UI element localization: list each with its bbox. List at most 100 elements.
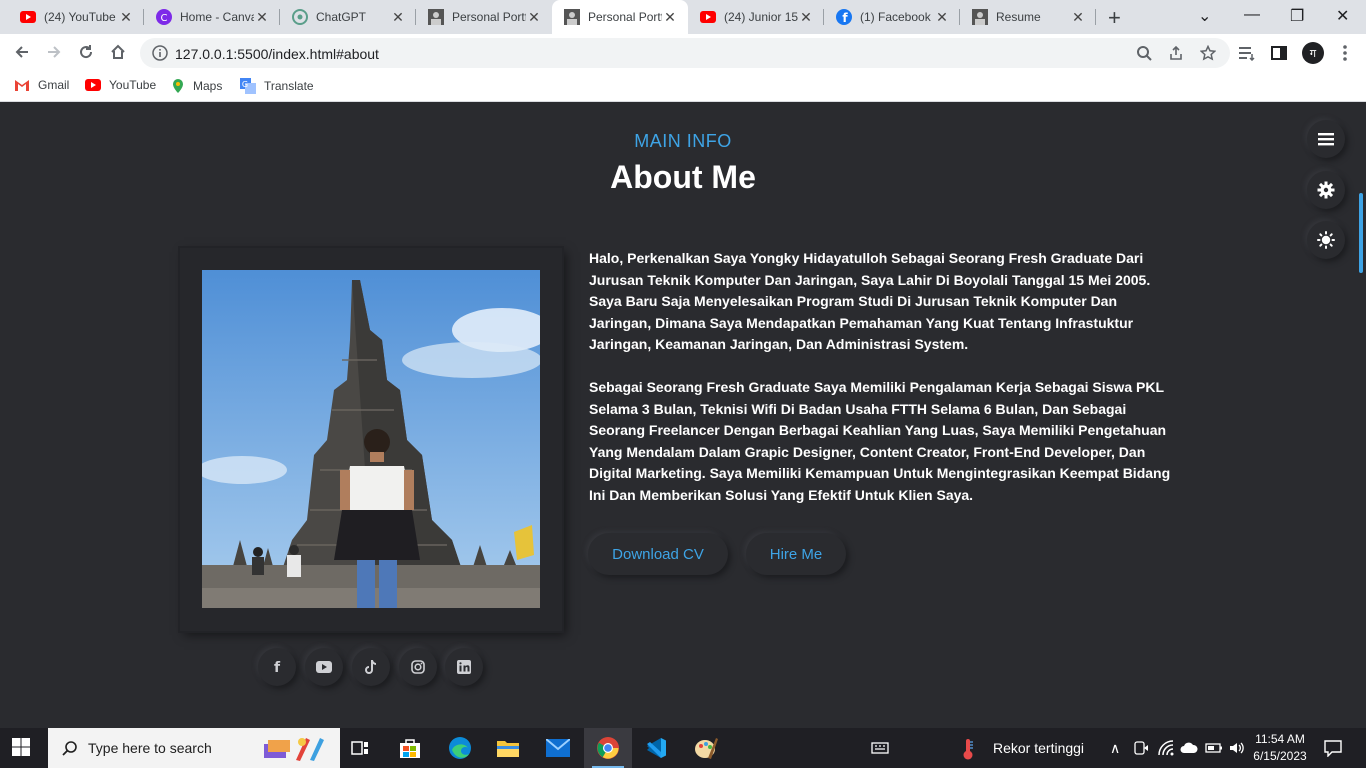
close-icon[interactable]: ✕ [118, 9, 134, 26]
address-bar[interactable]: 127.0.0.1:5500/index.html#about [140, 38, 1230, 68]
system-clock[interactable]: 11:54 AM 6/15/2023 [1250, 731, 1310, 765]
theme-toggle-icon[interactable] [1307, 221, 1345, 259]
back-arrow-icon[interactable] [12, 42, 32, 62]
tab-chatgpt[interactable]: ChatGPT ✕ [280, 0, 416, 34]
tab-title: (24) Junior 15 [724, 10, 798, 24]
side-panel-icon[interactable] [1270, 44, 1288, 62]
touch-keyboard-icon[interactable] [856, 728, 904, 768]
tab-youtube[interactable]: (24) YouTube ✕ [8, 0, 144, 34]
window-close-icon[interactable]: ✕ [1336, 6, 1349, 26]
bookmark-label: YouTube [109, 78, 157, 92]
clock-time: 11:54 AM [1255, 732, 1305, 746]
task-view-icon[interactable] [336, 728, 384, 768]
search-icon [62, 740, 78, 761]
svg-text:f: f [842, 11, 848, 25]
tab-resume[interactable]: Resume ✕ [960, 0, 1096, 34]
close-icon[interactable]: ✕ [526, 9, 542, 26]
weather-status[interactable]: Rekor tertinggi [993, 740, 1084, 756]
reading-list-icon[interactable] [1238, 44, 1256, 62]
notifications-icon[interactable] [1324, 739, 1342, 762]
scrollbar-thumb[interactable] [1359, 193, 1363, 273]
maps-icon [171, 78, 185, 94]
instagram-icon[interactable] [399, 648, 437, 686]
browser-tab-bar: (24) YouTube ✕ C Home - Canva ✕ ChatGPT … [0, 0, 1366, 34]
bookmark-gmail[interactable]: Gmail [14, 78, 69, 92]
forward-arrow-icon[interactable] [44, 42, 64, 62]
close-icon[interactable]: ✕ [934, 9, 950, 26]
tab-canva[interactable]: C Home - Canva ✕ [144, 0, 280, 34]
reload-icon[interactable] [76, 42, 96, 62]
download-cv-button[interactable]: Download CV [588, 533, 728, 575]
tab-search-chevron-icon[interactable]: ⌄ [1198, 6, 1211, 26]
home-icon[interactable] [108, 42, 128, 62]
zoom-icon[interactable] [1135, 44, 1153, 62]
new-tab-plus-icon[interactable]: + [1108, 5, 1121, 31]
bookmark-translate[interactable]: G Translate [240, 78, 314, 94]
portfolio-icon [564, 9, 580, 25]
facebook-icon[interactable]: f [258, 648, 296, 686]
edge-browser-icon[interactable] [436, 728, 484, 768]
close-icon[interactable]: ✕ [1070, 9, 1086, 26]
tab-portfolio-1[interactable]: Personal Portfolio ✕ [416, 0, 552, 34]
tab-title: ChatGPT [316, 10, 367, 24]
chrome-taskbar-icon[interactable] [584, 728, 632, 768]
more-options-icon[interactable] [1336, 44, 1354, 62]
bookmark-label: Maps [193, 79, 223, 93]
youtube-icon [700, 9, 716, 25]
bookmark-label: Gmail [38, 78, 70, 92]
about-paragraph: Sebagai Seorang Fresh Graduate Saya Memi… [589, 378, 1171, 503]
mail-icon[interactable] [534, 728, 582, 768]
volume-icon[interactable] [1228, 740, 1244, 761]
linkedin-icon[interactable] [445, 648, 483, 686]
youtube-icon [85, 79, 101, 91]
wifi-icon[interactable] [1158, 740, 1174, 761]
portfolio-icon [428, 9, 444, 25]
file-explorer-icon[interactable] [484, 728, 532, 768]
profile-photo [202, 270, 540, 608]
tab-portfolio-active[interactable]: Personal Portfolio ✕ [552, 0, 688, 34]
bookmark-star-icon[interactable] [1199, 44, 1217, 62]
paint-icon[interactable] [682, 728, 730, 768]
hire-me-button[interactable]: Hire Me [746, 533, 846, 575]
taskbar-search-box[interactable]: Type here to search [48, 728, 340, 768]
microsoft-store-icon[interactable] [386, 728, 434, 768]
section-subtitle: MAIN INFO [634, 131, 732, 151]
translate-icon: G [240, 78, 256, 94]
youtube-icon[interactable] [305, 648, 343, 686]
tab-youtube-junior[interactable]: (24) Junior 15 ✕ [688, 0, 824, 34]
menu-icon[interactable] [1307, 120, 1345, 158]
search-placeholder: Type here to search [88, 740, 212, 756]
tab-title: Personal Portfolio [588, 10, 662, 24]
share-icon[interactable] [1167, 44, 1185, 62]
bookmark-youtube[interactable]: YouTube [85, 78, 156, 92]
tab-title: Home - Canva [180, 10, 254, 24]
restore-icon[interactable]: ❐ [1290, 6, 1304, 26]
close-icon[interactable]: ✕ [254, 9, 270, 26]
chatgpt-icon [292, 9, 308, 25]
windows-start-icon[interactable] [12, 738, 30, 761]
close-icon[interactable]: ✕ [390, 9, 406, 26]
show-hidden-icons-chevron-icon[interactable]: ∧ [1110, 740, 1120, 757]
close-icon[interactable]: ✕ [662, 9, 678, 26]
canva-icon: C [156, 9, 172, 25]
minimize-icon[interactable]: — [1244, 6, 1260, 24]
search-highlight-icon [262, 734, 332, 767]
tab-title: Resume [996, 10, 1041, 24]
vscode-icon[interactable] [632, 728, 680, 768]
close-icon[interactable]: ✕ [798, 9, 814, 26]
tab-facebook[interactable]: f (1) Facebook ✕ [824, 0, 960, 34]
thermometer-icon [962, 738, 974, 765]
site-info-icon[interactable] [152, 45, 168, 66]
windows-taskbar: Type here to search Rekor tertinggi ∧ 11… [0, 728, 1366, 768]
onedrive-cloud-icon[interactable] [1180, 741, 1198, 759]
meet-now-icon[interactable] [1134, 740, 1148, 761]
profile-avatar[interactable]: ग [1302, 42, 1324, 64]
about-section: MAIN INFO About Me Halo, Perkenalkan Say… [0, 103, 1366, 728]
tiktok-icon[interactable] [352, 648, 390, 686]
tab-title: (1) Facebook [860, 10, 931, 24]
settings-icon[interactable] [1307, 171, 1345, 209]
bookmark-maps[interactable]: Maps [171, 78, 222, 94]
tab-title: (24) YouTube [44, 10, 116, 24]
battery-icon[interactable] [1205, 741, 1223, 759]
page-scrollbar[interactable] [1356, 103, 1366, 728]
